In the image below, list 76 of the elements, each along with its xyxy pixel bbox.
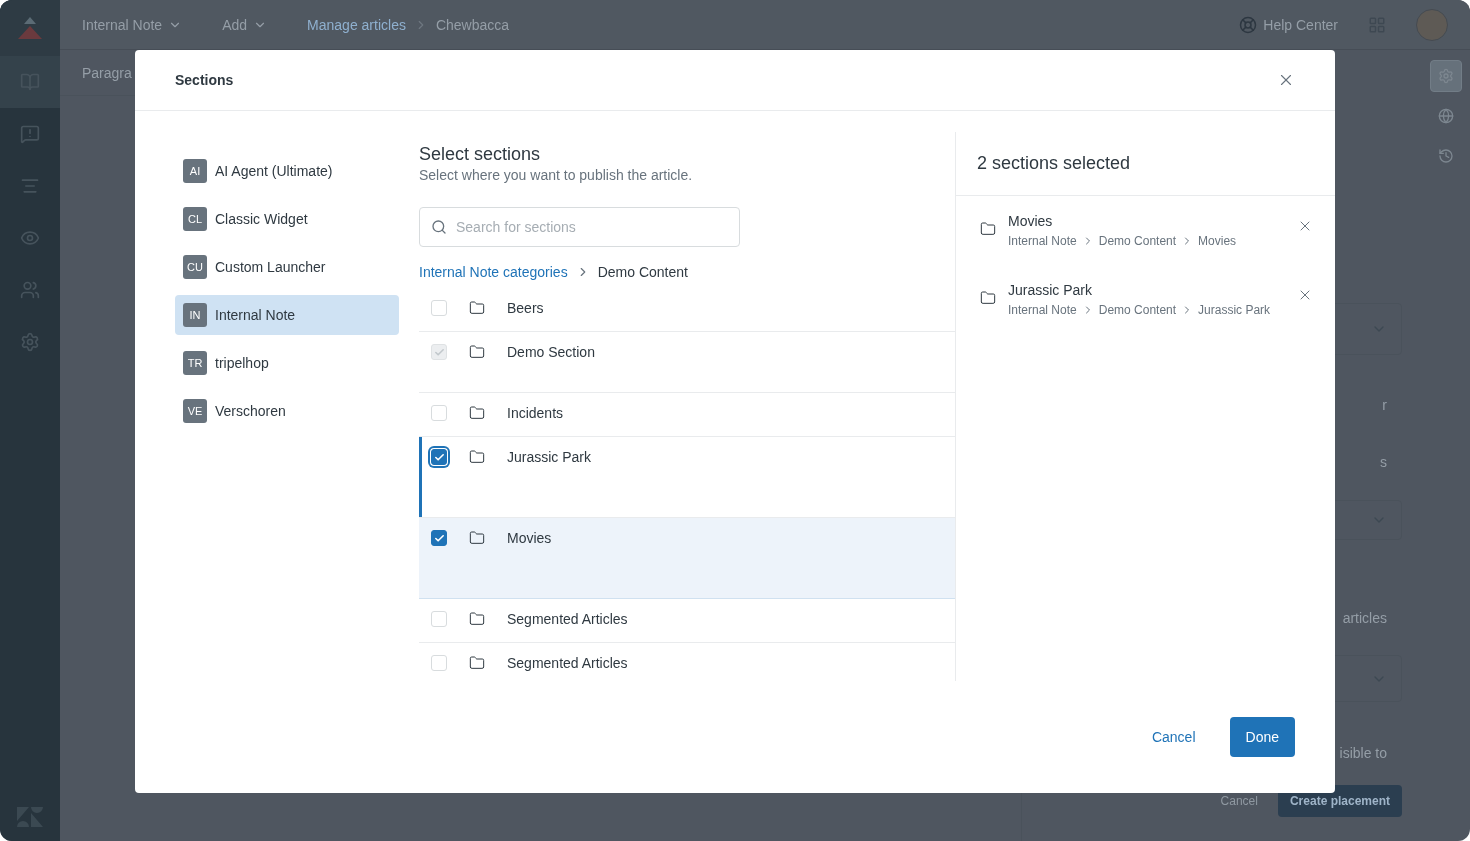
tool-button[interactable] [1430,60,1462,92]
section-row[interactable]: Jurassic Park [419,437,955,518]
selected-section-name: Jurassic Park [1008,282,1094,299]
selected-section-name: Movies [1008,213,1054,230]
brand-initials: IN [183,303,207,327]
folder-icon [980,221,996,237]
lines-icon [20,176,40,196]
folder-icon [469,530,485,546]
section-name: Movies [507,530,552,546]
brand-name: Custom Launcher [215,259,326,275]
globe-icon [1438,108,1454,124]
path-text: Demo Content [1098,234,1177,248]
brand-name: Classic Widget [215,211,308,227]
selected-count: 2 sections selected [977,153,1131,174]
breadcrumb-current: Chewbacca [435,16,510,33]
search-icon [431,219,447,235]
brand-initials: VE [183,399,207,423]
path-text: Movies [1198,234,1237,248]
section-row[interactable]: Movies [419,518,955,599]
brand-initials: CL [183,207,207,231]
brand-name: AI Agent (Ultimate) [215,163,333,179]
done-button[interactable]: Done [1229,717,1295,757]
path-text: Jurassic Park [1198,303,1271,317]
folder-icon [469,344,485,360]
brand-initials: CU [183,255,207,279]
section-name: Jurassic Park [507,449,592,465]
alert-message-icon [20,124,40,144]
check-icon [433,532,445,544]
brand-item[interactable]: TR tripelhop [175,343,399,383]
brand-name: tripelhop [215,355,269,371]
section-description: Select where you want to publish the article. [419,167,694,183]
section-name: Segmented Articles [507,611,628,627]
section-heading: Select sections [419,143,542,166]
field-label: s [1380,453,1387,472]
path-text: Internal Note [1008,303,1077,317]
breadcrumb-link[interactable]: Internal Note categories [419,264,568,280]
brand-initials: AI [183,159,207,183]
lifebuoy-icon [1239,15,1258,34]
dialog-title: Sections [175,72,234,88]
check-icon [433,346,445,358]
checkbox[interactable] [431,530,447,546]
brand-item[interactable]: CU Custom Launcher [175,247,399,287]
brand-initials: TR [183,351,207,375]
section-name: Beers [507,300,544,316]
folder-icon [469,405,485,421]
section-name: Incidents [507,405,564,421]
folder-icon [980,290,996,306]
gear-icon [20,332,40,352]
nav-item[interactable] [0,56,60,108]
field-label: r [1382,396,1387,415]
section-name: Demo Section [507,344,595,360]
folder-icon [469,611,485,627]
avatar[interactable] [1416,8,1448,41]
brand-item[interactable]: VE Verschoren [175,391,399,431]
path-text: Internal Note [1008,234,1077,248]
field-label: isible to [1339,744,1387,763]
cancel-button[interactable]: Cancel [1151,729,1196,745]
history-icon [1438,148,1454,164]
checkbox[interactable] [431,449,447,465]
field-label: articles [1342,609,1387,628]
brand-item[interactable]: CL Classic Widget [175,199,399,239]
eye-icon [20,228,40,248]
brand-name: Verschoren [215,403,286,419]
check-icon [433,451,445,463]
folder-icon [469,655,485,671]
brand-item[interactable]: AI AI Agent (Ultimate) [175,151,399,191]
logo-icon [18,17,42,39]
brand-item[interactable]: IN Internal Note [175,295,399,335]
folder-icon [469,300,485,316]
path-text: Demo Content [1098,303,1177,317]
users-icon [20,280,40,300]
search-field[interactable]: Search for sections [419,207,740,247]
brand-name: Internal Note [215,307,296,323]
section-name: Segmented Articles [507,655,628,671]
breadcrumb-current: Demo Content [597,264,688,280]
folder-icon [469,449,485,465]
